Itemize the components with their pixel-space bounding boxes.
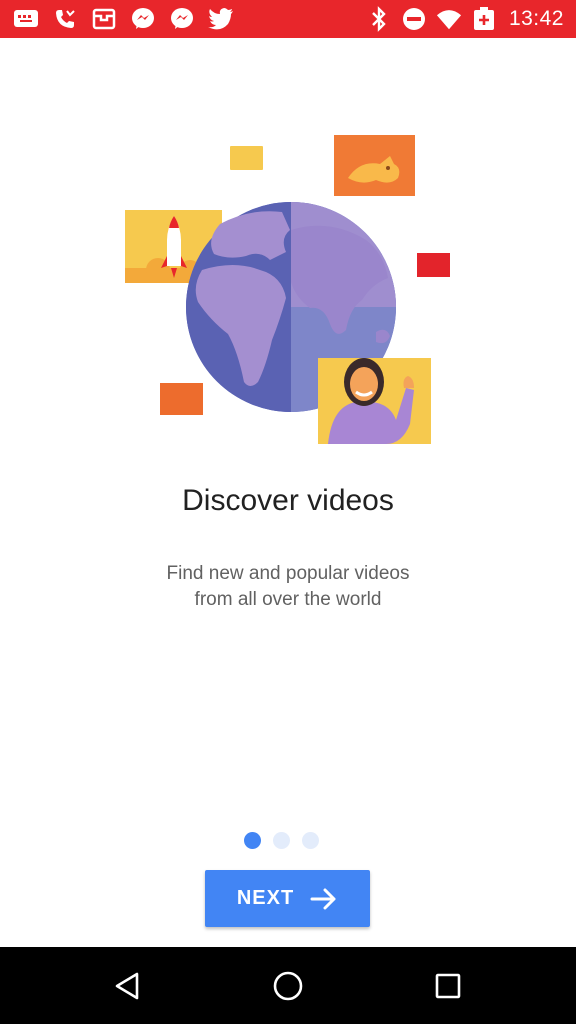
onboarding-title: Discover videos <box>182 484 394 517</box>
twitter-icon <box>207 5 235 33</box>
notification-icons <box>12 5 246 33</box>
messenger-icon <box>168 5 196 33</box>
next-button[interactable]: NEXT <box>205 870 370 927</box>
do-not-disturb-icon <box>401 6 427 32</box>
system-status: 13:42 <box>357 5 564 33</box>
messenger-icon <box>129 5 157 33</box>
orange-card-shape <box>160 383 203 415</box>
page-dot-active <box>244 832 261 849</box>
email-icon <box>90 5 118 33</box>
status-time: 13:42 <box>508 7 564 30</box>
page-indicator <box>244 832 331 850</box>
page-dot <box>302 832 319 849</box>
back-icon[interactable] <box>111 969 145 1003</box>
subtitle-line: Find new and popular videos <box>166 563 410 584</box>
yellow-card-shape <box>230 146 263 170</box>
wifi-icon <box>436 6 462 32</box>
cat-card-image <box>334 135 415 196</box>
subtitle-line: from all over the world <box>194 589 382 610</box>
missed-call-icon <box>51 5 79 33</box>
recents-icon[interactable] <box>431 969 465 1003</box>
status-bar: 13:42 <box>0 0 576 38</box>
person-card-image <box>318 358 431 444</box>
home-icon[interactable] <box>271 969 305 1003</box>
chat-icon <box>12 5 40 33</box>
bluetooth-icon <box>366 6 392 32</box>
arrow-right-icon <box>310 888 336 909</box>
red-card-shape <box>417 253 450 277</box>
next-label: NEXT <box>236 887 295 909</box>
page-dot <box>273 832 290 849</box>
onboarding-subtitle: Find new and popular videos from all ove… <box>100 561 476 613</box>
battery-charging-icon <box>471 6 497 32</box>
navigation-bar <box>0 947 576 1024</box>
onboarding-illustration <box>110 120 466 460</box>
